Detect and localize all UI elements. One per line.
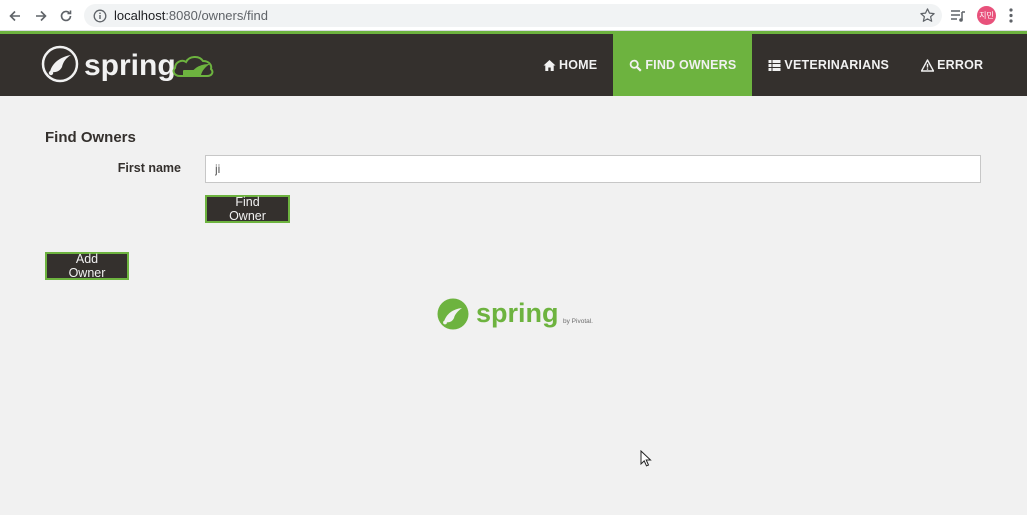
back-arrow-icon[interactable] — [5, 6, 25, 26]
warning-icon — [921, 58, 935, 72]
footer-brand-text: spring — [476, 298, 559, 328]
nav-item-find-owners[interactable]: FIND OWNERS — [613, 34, 753, 96]
list-icon — [768, 59, 781, 72]
nav-item-label: FIND OWNERS — [645, 58, 737, 72]
footer-by-text: by Pivotal. — [563, 318, 593, 325]
spring-petclinic-logo[interactable]: spring — [40, 42, 230, 86]
nav-item-label: VETERINARIANS — [784, 58, 890, 72]
browser-toolbar: localhost:8080/owners/find 지민 — [0, 0, 1027, 31]
nav-item-error[interactable]: ERROR — [905, 34, 999, 96]
find-owner-button[interactable]: Find Owner — [205, 195, 290, 223]
nav-item-label: ERROR — [937, 58, 984, 72]
page-title: Find Owners — [45, 129, 136, 146]
info-icon[interactable] — [93, 9, 107, 23]
media-queue-icon[interactable] — [950, 8, 966, 24]
nav-item-veterinarians[interactable]: VETERINARIANS — [752, 34, 905, 96]
brand-text: spring — [84, 49, 176, 82]
nav-item-label: HOME — [559, 58, 598, 72]
bookmark-star-icon[interactable] — [919, 7, 936, 24]
menu-kebab-icon[interactable] — [1005, 7, 1017, 24]
url-path: :8080/owners/find — [165, 8, 268, 23]
spring-by-pivotal-logo: spring by Pivotal. — [437, 298, 593, 330]
url-text: localhost:8080/owners/find — [114, 8, 268, 23]
mouse-cursor-icon — [640, 450, 652, 467]
url-host: localhost — [114, 8, 166, 23]
home-icon — [543, 59, 556, 72]
nav-menu: HOME FIND OWNERS VETERINARIANS ERROR — [527, 34, 999, 96]
nav-item-home[interactable]: HOME — [527, 34, 613, 96]
add-owner-button[interactable]: Add Owner — [45, 252, 129, 280]
search-icon — [629, 59, 642, 72]
profile-avatar[interactable]: 지민 — [977, 6, 996, 25]
address-bar[interactable]: localhost:8080/owners/find — [84, 4, 942, 27]
first-name-input[interactable] — [205, 155, 981, 183]
top-navbar: spring HOME FIND OWNERS VETERINARIANS ER… — [0, 34, 1027, 96]
first-name-label: First name — [117, 161, 181, 175]
forward-arrow-icon[interactable] — [31, 6, 51, 26]
reload-icon[interactable] — [56, 6, 76, 26]
